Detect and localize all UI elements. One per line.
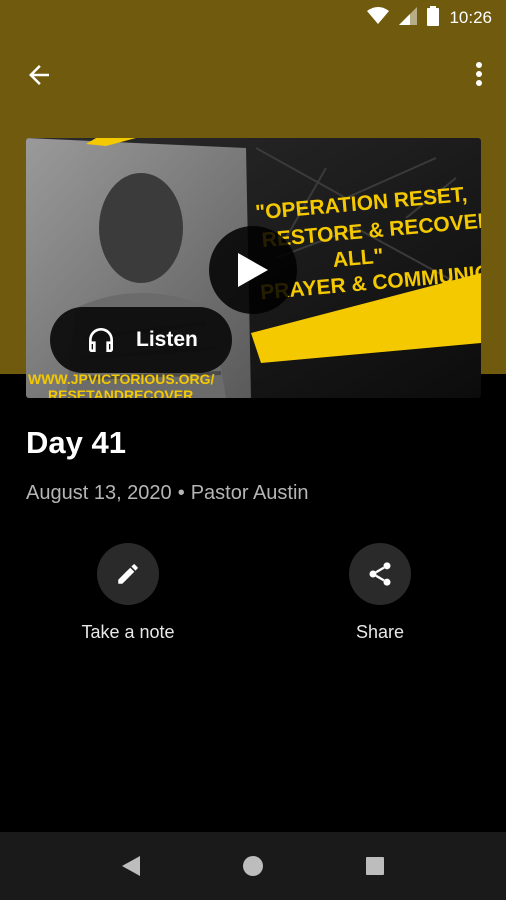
share-button[interactable]: [349, 543, 411, 605]
recents-square-icon: [366, 857, 384, 875]
more-options-button[interactable]: [472, 60, 486, 90]
back-button[interactable]: [24, 60, 54, 90]
take-note-label: Take a note: [81, 622, 175, 642]
share-label: Share: [355, 622, 405, 642]
battery-icon: [427, 5, 440, 31]
status-time: 10:26: [449, 8, 492, 27]
play-button[interactable]: [209, 226, 297, 314]
listen-label: Listen: [136, 328, 198, 351]
take-note-action[interactable]: Take a note: [48, 543, 208, 643]
pencil-icon: [118, 564, 138, 584]
nav-recents-button[interactable]: [355, 846, 395, 886]
status-bar: 10:26: [0, 0, 506, 36]
share-icon: [369, 562, 391, 586]
thumb-url: WWW.JPVICTORIOUS.ORG/: [28, 371, 215, 387]
thumb-url-2: RESETANDRECOVER: [48, 387, 193, 398]
play-icon: [238, 253, 268, 287]
sermon-date: August 13, 2020: [26, 482, 172, 504]
nav-back-button[interactable]: [111, 846, 151, 886]
app-bar: [0, 36, 506, 112]
sermon-meta: August 13, 2020 • Pastor Austin: [26, 482, 309, 505]
share-action[interactable]: Share: [300, 543, 460, 643]
sermon-speaker: Pastor Austin: [190, 482, 309, 504]
system-nav-bar: [0, 832, 506, 900]
meta-separator: •: [177, 482, 185, 504]
home-circle-icon: [243, 856, 263, 876]
wifi-icon: [367, 6, 390, 30]
take-note-button[interactable]: [97, 543, 159, 605]
headphones-icon: [89, 328, 113, 352]
back-triangle-icon: [122, 856, 140, 876]
thumb-line-3: ALL": [332, 245, 385, 272]
arrow-back-icon: [29, 65, 49, 85]
more-vert-icon: [476, 62, 482, 86]
cell-signal-icon: [399, 6, 418, 30]
nav-home-button[interactable]: [233, 846, 273, 886]
sermon-title: Day 41: [26, 425, 126, 460]
listen-button[interactable]: Listen: [50, 307, 232, 373]
